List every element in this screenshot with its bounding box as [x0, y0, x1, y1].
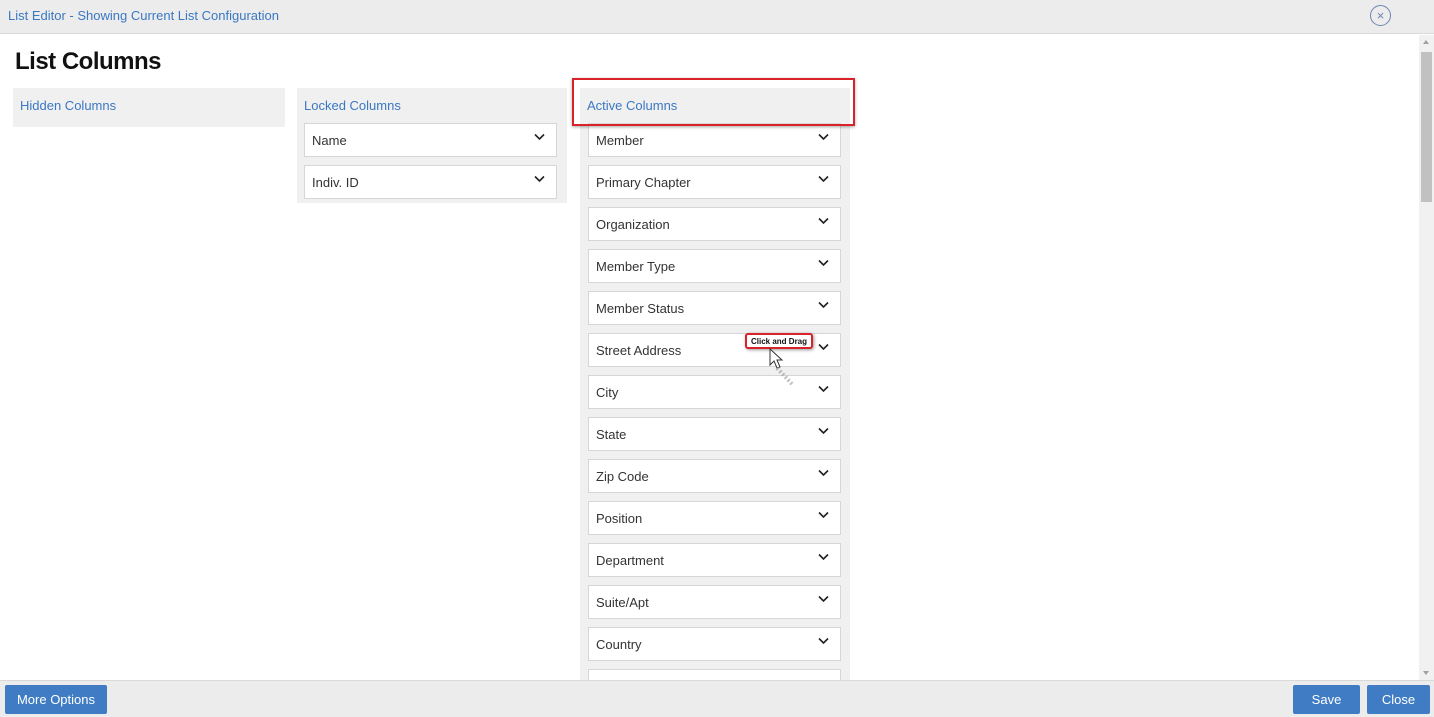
column-item-label: Member Type — [596, 259, 676, 274]
chevron-down-icon[interactable] — [818, 133, 829, 143]
more-options-label: More Options — [16, 692, 96, 707]
column-item-label: Member Status — [596, 301, 685, 316]
column-item[interactable]: Primary Chapter — [588, 165, 841, 199]
column-item[interactable]: Position — [588, 501, 841, 535]
column-item[interactable]: Indiv. ID — [304, 165, 557, 199]
column-item-label: Indiv. ID — [312, 175, 359, 190]
chevron-down-icon[interactable] — [818, 385, 829, 395]
column-item-label: Country — [596, 637, 642, 652]
column-item-label: Member — [596, 133, 644, 148]
chevron-down-icon[interactable] — [818, 175, 829, 185]
hidden-columns-panel: Hidden Columns — [13, 88, 285, 127]
column-item[interactable]: Zip Code — [588, 459, 841, 493]
chevron-down-icon[interactable] — [818, 595, 829, 605]
click-and-drag-tooltip: Click and Drag — [745, 333, 814, 349]
chevron-down-icon[interactable] — [818, 469, 829, 479]
footer-bar: More Options Save Close — [0, 680, 1434, 717]
column-item[interactable]: Organization — [588, 207, 841, 241]
chevron-down-icon[interactable] — [534, 175, 545, 185]
chevron-down-icon[interactable] — [818, 301, 829, 311]
chevron-down-icon[interactable] — [818, 427, 829, 437]
column-item[interactable]: Suite/Apt — [588, 585, 841, 619]
column-item[interactable]: Country — [588, 627, 841, 661]
locked-columns-panel: Locked Columns Name Indiv. ID — [297, 88, 567, 203]
column-item-label: Primary Chapter — [596, 175, 691, 190]
chevron-down-icon[interactable] — [818, 511, 829, 521]
column-item-label: Position — [596, 511, 643, 526]
column-item-label: Department — [596, 553, 664, 568]
scrollbar-thumb[interactable] — [1421, 52, 1432, 202]
column-item[interactable]: State — [588, 417, 841, 451]
active-columns-panel: Active Columns Member Primary Chapter Orga… — [580, 88, 850, 680]
more-options-button[interactable]: More Options — [5, 685, 107, 714]
column-item-label: Street Address — [596, 343, 682, 358]
chevron-down-icon[interactable] — [818, 637, 829, 647]
column-item-label: City — [596, 385, 619, 400]
column-item[interactable]: Department — [588, 543, 841, 577]
chevron-down-icon[interactable] — [534, 133, 545, 143]
window-title-bar: List Editor - Showing Current List Confi… — [0, 0, 1434, 34]
column-item-label: Zip Code — [596, 469, 649, 484]
save-button[interactable]: Save — [1293, 685, 1360, 714]
page-title: List Columns — [15, 48, 162, 75]
column-item-label: Name — [312, 133, 347, 148]
vertical-scrollbar[interactable] — [1419, 35, 1434, 680]
chevron-down-icon[interactable] — [818, 553, 829, 563]
chevron-down-icon[interactable] — [818, 259, 829, 269]
mouse-pointer-icon — [768, 347, 796, 391]
column-item[interactable]: Member Status — [588, 291, 841, 325]
column-item-label: Suite/Apt — [596, 595, 649, 610]
column-item[interactable]: Work Phone — [588, 669, 841, 680]
window-title: List Editor - Showing Current List Confi… — [8, 8, 279, 23]
column-item[interactable]: Name — [304, 123, 557, 157]
hidden-columns-header: Hidden Columns — [20, 98, 117, 113]
column-item-label: State — [596, 427, 627, 442]
scroll-up-icon[interactable] — [1423, 40, 1429, 44]
close-circle-icon[interactable]: × — [1370, 5, 1391, 26]
column-item[interactable]: Member — [588, 123, 841, 157]
save-label: Save — [1311, 692, 1342, 707]
active-columns-header: Active Columns — [587, 98, 678, 113]
chevron-down-icon[interactable] — [818, 343, 829, 353]
locked-columns-header: Locked Columns — [304, 98, 401, 113]
column-item[interactable]: City — [588, 375, 841, 409]
chevron-down-icon[interactable] — [818, 217, 829, 227]
column-item[interactable]: Member Type — [588, 249, 841, 283]
scroll-down-icon[interactable] — [1423, 671, 1429, 675]
column-item-label: Organization — [596, 217, 670, 232]
close-button[interactable]: Close — [1367, 685, 1430, 714]
